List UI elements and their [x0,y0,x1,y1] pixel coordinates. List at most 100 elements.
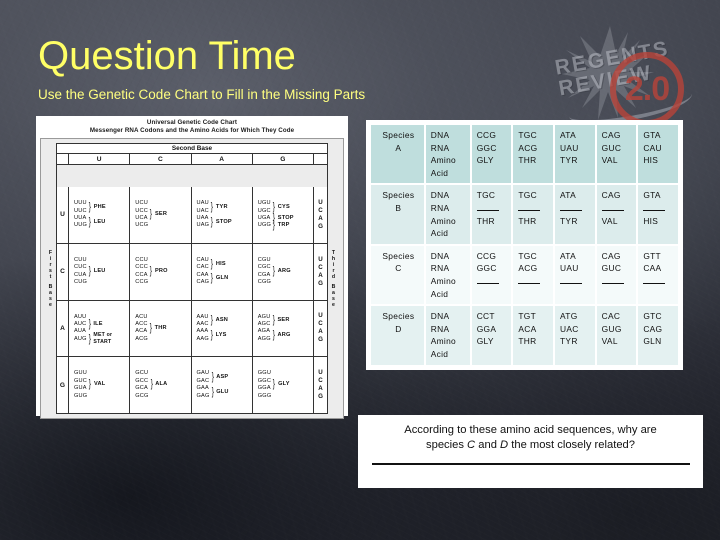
regents-review-watermark: REGENTS REVIEW 2.0 [548,20,708,130]
codon-cell: AGU AGC AGA AGG} SER} ARG [252,300,314,358]
sequence-cell: TGC THR [513,185,554,244]
dna-value: TGC [518,190,537,201]
codon-text: CGC [257,264,271,271]
question-line-2: species C and D the most closely related… [370,438,691,453]
amino-acid-label: ALA [155,381,168,388]
amino-acid-value: GLN [643,336,662,347]
third-base-letter-cell: U [318,312,323,320]
amino-acid-value: VAL [601,215,618,226]
amino-acid-label: MET or START [93,332,113,346]
dna-value: CCT [476,311,495,322]
row-type-labels-cell: DNA RNA Amino Acid [425,306,470,365]
blank-answer-line[interactable] [643,275,666,284]
blank-answer-line[interactable] [518,202,541,211]
amino-acid-value: GLY [476,336,494,347]
amino-acid-label: ASP [216,374,229,381]
codon-text: GGA [257,385,271,392]
codon-text: UUU [74,200,87,207]
amino-acid-value [643,275,675,288]
third-base-letter-cell: G [318,279,323,287]
rna-value: ACA [518,323,537,334]
brace-icon: } [272,200,276,213]
amino-acid-label: LEU [93,267,106,274]
codon-text: AUU [74,313,87,320]
codon-text: GCA [135,385,148,392]
blank-answer-line[interactable] [601,202,624,211]
codon-text: CAU [196,256,209,263]
codon-cell: AAU AAC AAA AAG} ASN} LYS [191,300,253,358]
amino-acid-label: GLN [215,275,229,282]
codon-text: UAU [196,200,209,207]
sequence-cell: ATA TYR [555,185,595,244]
brace-icon: } [273,378,276,391]
second-base-column-header: A [191,154,253,165]
blank-answer-line[interactable] [476,275,499,284]
amino-acid-label: GLU [216,388,229,395]
brace-icon: } [272,314,275,327]
codon-text: AGC [257,320,271,327]
codon-cell: ACU ACC ACA ACG} THR [130,300,192,358]
blank-answer-line[interactable] [643,202,666,211]
amino-acid-label: PRO [154,267,168,274]
row-type-label: Amino [430,275,456,286]
answer-line[interactable] [371,463,690,465]
codon-text: CCG [135,279,149,286]
sequence-cell: ATG UAC TYR [555,306,595,365]
third-base-letter-cell: A [318,271,323,279]
chart-title-line-2: Messenger RNA Codons and the Amino Acids… [89,127,295,134]
question-line2-part3: the most closely related? [508,439,635,451]
row-type-label: Amino [430,155,456,166]
species-name-line-2: D [395,323,402,334]
blank-answer-line[interactable] [476,202,499,211]
sequence-cell: CCG GGC GLY [471,125,512,184]
amino-acid-value: GLY [476,155,494,166]
amino-acid-label: ASN [215,317,229,324]
codon-text: CAC [196,264,209,271]
first-base-label: First Base [45,143,56,414]
codon-text: GGU [257,370,272,377]
brace-icon: } [150,208,153,221]
amino-acid-label: ILE [93,320,103,327]
codon-text: CCU [135,256,148,263]
first-base-row-label: A [57,300,69,358]
codon-text: CUC [74,264,87,271]
codon-cell: GAU GAC GAA GAG} ASP} GLU [191,357,253,413]
codon-cell: UCU UCC UCA UCG} SER [130,187,192,244]
codon-text: GUU [74,370,88,377]
species-name-line-2: C [395,263,402,274]
codon-cell: GCU GCC GCA GCG} ALA [130,357,192,413]
blank-answer-line[interactable] [518,275,541,284]
dna-value: ATA [560,250,576,261]
row-type-label: RNA [430,323,450,334]
third-base-column: UCAG [314,187,327,244]
dna-value: TGC [518,130,537,140]
third-base-corner [314,154,327,165]
species-table-element: Species A DNA RNA Amino Acid CCG GGC GLY TGC ACG TH… [369,123,680,367]
brace-icon: } [150,378,153,391]
question-line2-part1: species [426,439,468,451]
codon-text: GCU [135,370,149,377]
first-base-row-label: G [57,357,69,413]
amino-acid-value: THR [518,215,537,226]
third-base-letter-cell: C [318,377,323,385]
species-c-ref: C [467,439,476,451]
sequence-cell: TGC THR [471,185,512,244]
row-type-label: DNA [430,311,450,322]
dna-value: CAG [601,190,621,201]
blank-answer-line[interactable] [560,202,583,211]
blank-answer-line[interactable] [601,275,624,284]
codon-cell: CCU CCC CCA CCG} PRO [130,243,192,301]
rna-value: ACG [518,142,538,153]
codon-cell: CGU CGC CGA CGG} ARG [252,243,314,301]
brace-icon: } [211,385,214,398]
codon-cell: CUU CUC CUA CUG} LEU [69,243,131,301]
rna-value: GUC [601,142,622,153]
codon-text: UUA [74,214,87,221]
codon-text: GAU [196,370,210,377]
blank-answer-line[interactable] [560,275,583,284]
codon-text: UGA [257,214,271,221]
amino-acid-label: TYR [215,203,228,210]
rna-value: GUC [601,263,622,274]
amino-acid-label: LEU [93,218,106,225]
codon-text: AGG [257,335,271,342]
